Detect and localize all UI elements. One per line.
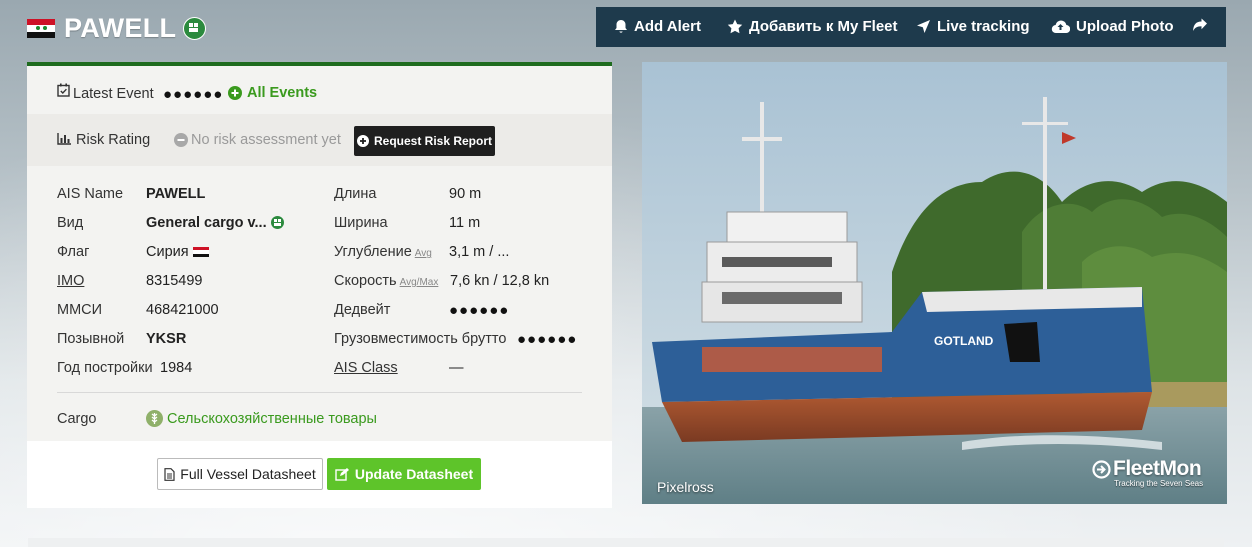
hull-name-text: GOTLAND (934, 334, 994, 348)
live-tracking-button[interactable]: Live tracking (916, 18, 1030, 35)
datasheet-actions: Full Vessel Datasheet Update Datasheet (27, 441, 612, 508)
fleetmon-logo-icon (1092, 459, 1111, 479)
cargo-value: Сельскохозяйственные товары (167, 410, 377, 427)
add-alert-button[interactable]: Add Alert (614, 18, 701, 35)
callsign-value: YKSR (146, 331, 187, 347)
syria-flag-icon (27, 19, 55, 38)
share-button[interactable] (1192, 18, 1214, 32)
photo-credit: Pixelross (657, 479, 714, 495)
mmsi-label: MMCИ (57, 302, 103, 318)
request-risk-report-button[interactable]: Request Risk Report (354, 126, 495, 156)
calendar-check-icon (57, 83, 70, 97)
next-section-edge (28, 538, 1224, 547)
draught-label-text: Углубление (334, 244, 412, 260)
draught-label: Углубление Avg (334, 244, 432, 260)
location-arrow-icon (917, 20, 930, 33)
update-datasheet-label: Update Datasheet (354, 466, 474, 482)
bar-chart-icon (57, 133, 71, 145)
add-alert-label: Add Alert (634, 18, 701, 35)
fleetmon-watermark: FleetMon Tracking the Seven Seas (1092, 457, 1203, 488)
speed-value: 7,6 kn / 12,8 kn (450, 273, 550, 289)
live-tracking-label: Live tracking (937, 18, 1030, 35)
ais-class-link[interactable]: AIS Class (334, 360, 398, 376)
file-icon (164, 467, 175, 481)
latest-event-label: Latest Event (73, 86, 154, 102)
year-built-label: Год постройки (57, 360, 153, 376)
beam-label: Ширина (334, 215, 388, 231)
imo-link[interactable]: IMO (57, 273, 84, 289)
length-label: Длина (334, 186, 377, 202)
upload-photo-button[interactable]: Upload Photo (1051, 18, 1174, 35)
length-value: 90 m (449, 186, 482, 202)
type-value: General cargo v... (146, 215, 284, 231)
full-vessel-datasheet-label: Full Vessel Datasheet (180, 466, 316, 482)
vessel-name: PAWELL (64, 13, 177, 43)
vessel-photo[interactable]: GOTLAND Pixelross FleetMon Tracking the … (642, 62, 1227, 504)
beam-value: 11 m (449, 215, 481, 231)
vessel-details-section: AIS Name PAWELL Вид General cargo v... Ф… (27, 166, 612, 441)
general-cargo-icon (270, 216, 284, 229)
update-datasheet-button[interactable]: Update Datasheet (327, 458, 481, 490)
request-risk-report-label: Request Risk Report (373, 134, 493, 148)
minus-circle-icon (174, 133, 188, 147)
imo-value: 8315499 (146, 273, 203, 289)
speed-label: Скорость Avg/Max (334, 273, 438, 289)
flag-value: Сирия (146, 244, 209, 260)
all-events-label: All Events (247, 85, 318, 101)
upload-photo-label: Upload Photo (1076, 18, 1174, 35)
year-built-value: 1984 (160, 360, 193, 376)
risk-rating-label: Risk Rating (76, 132, 151, 148)
cargo-label: Cargo (57, 411, 97, 427)
risk-rating-row: Risk Rating No risk assessment yet Reque… (27, 114, 612, 166)
risk-status-text: No risk assessment yet (191, 132, 341, 148)
general-cargo-icon (183, 17, 207, 40)
type-value-text: General cargo v... (146, 215, 267, 231)
ship-photo-illustration: GOTLAND (642, 62, 1227, 504)
plus-circle-icon (228, 86, 242, 100)
draught-avg-note[interactable]: Avg (415, 248, 432, 259)
add-to-fleet-button[interactable]: Добавить к My Fleet (727, 18, 898, 35)
mmsi-value: 468421000 (146, 302, 219, 318)
latest-event-row: Latest Event ●●●●●● All Events (27, 66, 612, 114)
speed-avg-max-note[interactable]: Avg/Max (400, 277, 439, 288)
deadweight-value: ●●●●●● (449, 302, 510, 319)
ais-class-value: — (449, 360, 464, 376)
vessel-header: PAWELL (27, 13, 207, 44)
cloud-upload-icon (1051, 20, 1070, 34)
edit-icon (335, 467, 349, 481)
vessel-info-panel: Latest Event ●●●●●● All Events Risk Rati… (27, 62, 612, 508)
cargo-link[interactable]: Сельскохозяйственные товары (146, 410, 377, 427)
add-to-fleet-label: Добавить к My Fleet (749, 18, 898, 35)
latest-event-value: ●●●●●● (163, 86, 224, 103)
draught-value: 3,1 m / ... (449, 244, 510, 260)
deadweight-label: Дедвейт (334, 302, 391, 318)
star-icon (727, 19, 743, 34)
ais-name-value: PAWELL (146, 186, 206, 202)
gross-tonnage-value: ●●●●●● (517, 331, 578, 348)
vessel-action-toolbar: Add Alert Добавить к My Fleet Live track… (596, 7, 1226, 47)
syria-flag-icon (192, 246, 209, 258)
fleetmon-brand-text: FleetMon (1113, 457, 1202, 480)
fleetmon-tagline: Tracking the Seven Seas (1114, 479, 1204, 488)
share-icon (1193, 18, 1207, 31)
wheat-icon (146, 410, 163, 427)
all-events-link[interactable]: All Events (228, 85, 317, 101)
full-vessel-datasheet-button[interactable]: Full Vessel Datasheet (157, 458, 323, 490)
type-label: Вид (57, 215, 84, 231)
gross-tonnage-label: Грузовместимость брутто (334, 331, 507, 347)
speed-label-text: Скорость (334, 273, 397, 289)
bell-icon (615, 20, 627, 33)
ais-name-label: AIS Name (57, 186, 124, 202)
plus-circle-icon (356, 135, 369, 147)
flag-label: Флаг (57, 244, 90, 260)
flag-value-text: Сирия (146, 244, 189, 260)
details-divider (57, 392, 582, 393)
callsign-label: Позывной (57, 331, 125, 347)
